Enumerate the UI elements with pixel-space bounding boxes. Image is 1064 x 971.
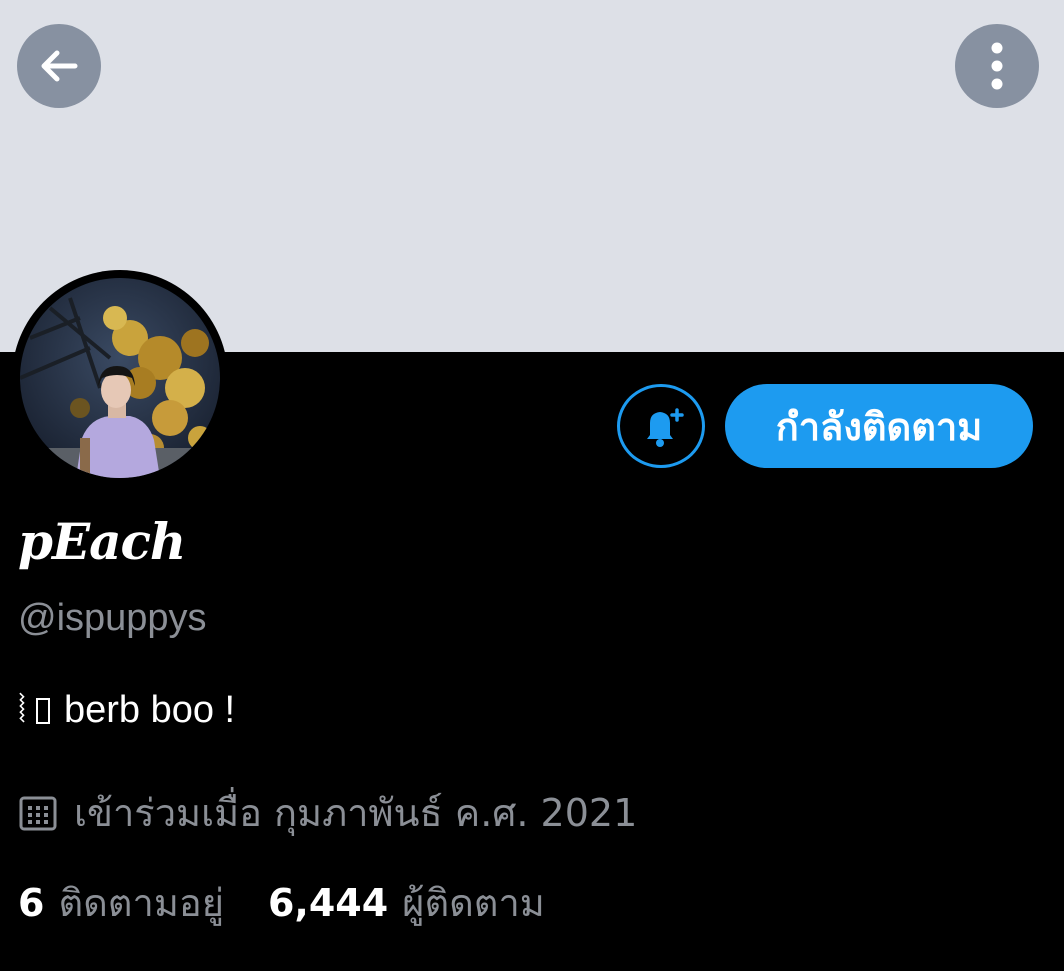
profile-page: กำลังติดตาม pEach @ispuppys ⦚ berb boo !… xyxy=(0,0,1064,971)
bio-symbol: ⦚ xyxy=(18,689,26,731)
following-label: ติดตามอยู่ xyxy=(58,881,224,925)
calendar-icon xyxy=(19,796,57,830)
bell-plus-icon xyxy=(647,408,684,447)
more-options-button[interactable] xyxy=(955,24,1039,108)
following-button[interactable]: กำลังติดตาม xyxy=(725,384,1033,468)
join-date-text: เข้าร่วมเมื่อ กุมภาพันธ์ ค.ศ. 2021 xyxy=(74,791,638,835)
avatar[interactable] xyxy=(12,270,228,486)
followers-count: 6,444 xyxy=(267,881,389,925)
notify-button[interactable] xyxy=(617,384,705,468)
bio-glyph-box xyxy=(35,697,50,724)
join-date: เข้าร่วมเมื่อ กุมภาพันธ์ ค.ศ. 2021 xyxy=(18,782,637,843)
followers-label: ผู้ติดตาม xyxy=(402,881,545,925)
following-link[interactable]: 6 ติดตามอยู่ xyxy=(18,872,224,933)
display-name: pEach xyxy=(18,512,186,571)
bio-text: berb boo ! xyxy=(63,689,236,731)
following-count: 6 xyxy=(18,881,45,925)
avatar-image xyxy=(20,278,220,478)
arrow-left-icon xyxy=(41,50,78,82)
more-vertical-icon xyxy=(991,42,1003,90)
followers-link[interactable]: 6,444 ผู้ติดตาม xyxy=(268,872,545,933)
bio: ⦚ berb boo ! xyxy=(18,689,235,732)
back-button[interactable] xyxy=(17,24,101,108)
user-handle: @ispuppys xyxy=(18,597,207,639)
follow-stats: 6 ติดตามอยู่ 6,444 ผู้ติดตาม xyxy=(18,872,545,933)
